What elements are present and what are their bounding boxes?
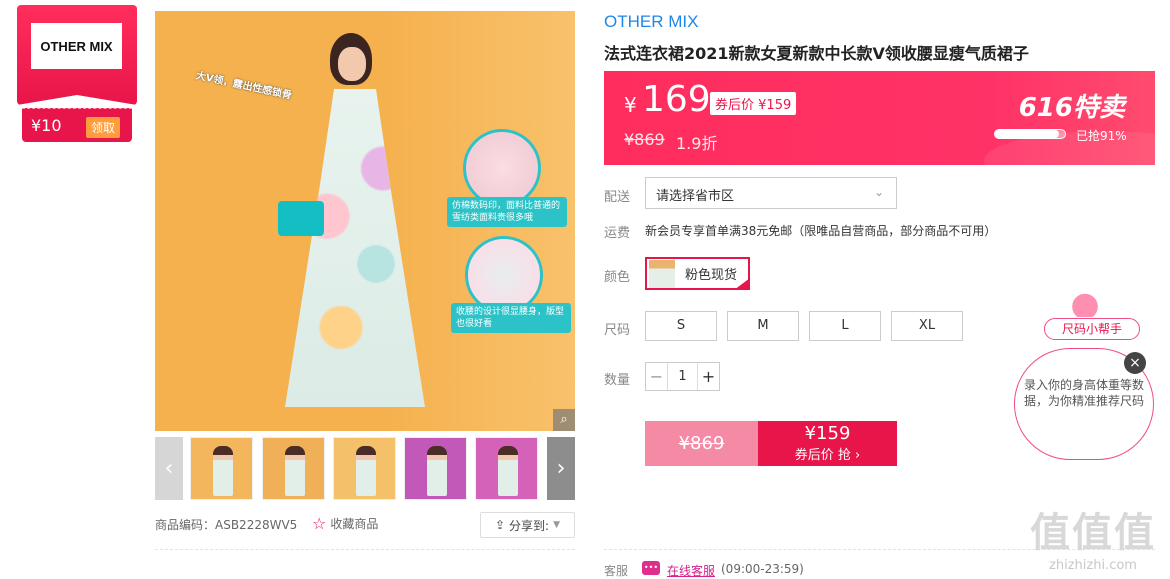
close-icon[interactable]: × — [1124, 352, 1146, 374]
chat-icon: ••• — [642, 561, 660, 575]
size-helper-button[interactable]: 尺码小帮手 — [1044, 318, 1140, 340]
size-option-xl[interactable]: XL — [891, 311, 963, 341]
delivery-label: 配送 — [604, 190, 631, 205]
quantity-plus-button[interactable]: + — [698, 363, 719, 390]
favorite-button[interactable]: ☆ 收藏商品 — [312, 514, 378, 533]
thumbnail-figure — [285, 446, 305, 496]
thumbnail-3[interactable] — [333, 437, 396, 500]
sold-progress-fill — [995, 130, 1059, 138]
delivery-region-select[interactable]: 请选择省市区 ⌄ — [645, 177, 897, 209]
image-caption-fabric: 仿棉数码印，面料比普通的雪纺类面料贵很多哦 — [447, 197, 567, 227]
store-coupon[interactable]: ¥10 领取 — [22, 108, 132, 142]
shipping-label: 运费 — [604, 226, 631, 241]
mascot-icon — [1068, 291, 1102, 317]
model-face — [338, 47, 366, 81]
fabric-detail-circle — [463, 129, 541, 207]
thumbnail-5[interactable] — [475, 437, 538, 500]
coupon-claim-button[interactable]: 领取 — [85, 117, 120, 138]
size-label: 尺码 — [604, 323, 631, 338]
thumbnail-1[interactable] — [190, 437, 253, 500]
thumbnail-figure — [427, 446, 447, 496]
sale-event-number: 616 — [1018, 93, 1073, 123]
brand-badge[interactable]: OTHER MIX — [17, 5, 137, 105]
favorite-label: 收藏商品 — [330, 517, 379, 531]
size-option-l[interactable]: L — [809, 311, 881, 341]
watermark: 值值值 zhizhizhi.com — [1018, 500, 1168, 573]
color-option-pink[interactable]: 粉色现货 — [645, 257, 750, 290]
main-product-image[interactable]: 大V领，露出性感锁骨 仿棉数码印，面料比普通的雪纺类面料贵很多哦 收腰的设计很显… — [155, 11, 575, 431]
color-swatch — [649, 259, 675, 288]
service-hours: (09:00-23:59) — [721, 562, 804, 576]
star-icon: ☆ — [312, 514, 327, 533]
delivery-region-value: 请选择省市区 — [656, 189, 735, 204]
magnify-icon[interactable]: ⌕ — [553, 409, 575, 431]
thumbnail-figure — [356, 446, 376, 496]
currency-symbol: ¥ — [624, 93, 637, 117]
quantity-minus-button[interactable]: − — [646, 363, 667, 390]
color-option-label: 粉色现货 — [685, 268, 738, 283]
original-price: ¥869 — [624, 130, 665, 149]
thumbnail-2[interactable] — [262, 437, 325, 500]
watermark-url: zhizhizhi.com — [1049, 558, 1137, 573]
product-meta-row: 商品编码：ASB2228WV5 ☆ 收藏商品 ⇪ 分享到: ▼ — [155, 512, 575, 538]
sale-price: 169 — [642, 79, 711, 120]
online-service-link[interactable]: 在线客服 — [667, 562, 715, 579]
divider — [155, 549, 575, 550]
color-label: 颜色 — [604, 270, 631, 285]
coupon-price-label: 券后价 — [715, 98, 755, 113]
thumbnail-prev-button[interactable]: ‹ — [155, 437, 183, 500]
coupon-amount: ¥10 — [31, 116, 62, 135]
quantity-input[interactable]: 1 — [667, 363, 698, 390]
original-price-button[interactable]: ¥869 — [645, 421, 758, 466]
thumbnail-next-button[interactable]: › — [547, 437, 575, 500]
watermark-logo: 值值值 — [1030, 510, 1156, 556]
size-option-s[interactable]: S — [645, 311, 717, 341]
product-title: 法式连衣裙2021新款女夏新款中长款V领收腰显瘦气质裙子 — [604, 44, 1029, 63]
buy-action-label: 券后价 抢 › — [794, 448, 861, 463]
thumbnail-figure — [213, 446, 233, 496]
sold-progress-bar — [994, 129, 1066, 139]
price-banner: ¥ 169 券后价 ¥159 ¥869 1.9折 616特卖 已抢91% — [604, 71, 1155, 165]
buy-coupon-price: ¥159 — [804, 423, 851, 444]
thumbnail-4[interactable] — [404, 437, 467, 500]
shipping-text: 新会员专享首单满38元免邮（限唯品自营商品，部分商品不可用） — [645, 224, 997, 238]
sale-event-text: 特卖 — [1072, 93, 1125, 123]
service-label: 客服 — [604, 564, 629, 578]
sale-event-tag: 616特卖 — [1019, 87, 1125, 124]
coupon-price-value: ¥159 — [758, 98, 792, 113]
chevron-down-icon: ▼ — [553, 520, 561, 530]
product-code: 商品编码：ASB2228WV5 — [155, 518, 298, 532]
quantity-label: 数量 — [604, 373, 631, 388]
quantity-stepper: − 1 + — [645, 362, 720, 391]
image-caption-neckline: 大V领，露出性感锁骨 — [194, 70, 293, 102]
size-option-m[interactable]: M — [727, 311, 799, 341]
buy-now-button[interactable]: ¥159 券后价 抢 › — [758, 421, 897, 466]
model-bag — [278, 201, 324, 236]
sold-percent-text: 已抢91% — [1076, 129, 1127, 143]
discount-rate: 1.9折 — [676, 134, 718, 153]
thumbnail-figure — [498, 446, 518, 496]
image-caption-waist: 收腰的设计很显腰身，版型也很好看 — [451, 303, 571, 333]
brand-name-link[interactable]: OTHER MIX — [604, 12, 698, 32]
coupon-price-badge: 券后价 ¥159 — [710, 92, 797, 115]
share-button[interactable]: ⇪ 分享到: ▼ — [480, 512, 575, 538]
share-label: 分享到: — [509, 518, 550, 533]
chevron-down-icon: ⌄ — [873, 185, 884, 199]
brand-logo: OTHER MIX — [31, 23, 122, 69]
share-icon: ⇪ — [494, 518, 506, 532]
badge-notch — [17, 95, 137, 105]
